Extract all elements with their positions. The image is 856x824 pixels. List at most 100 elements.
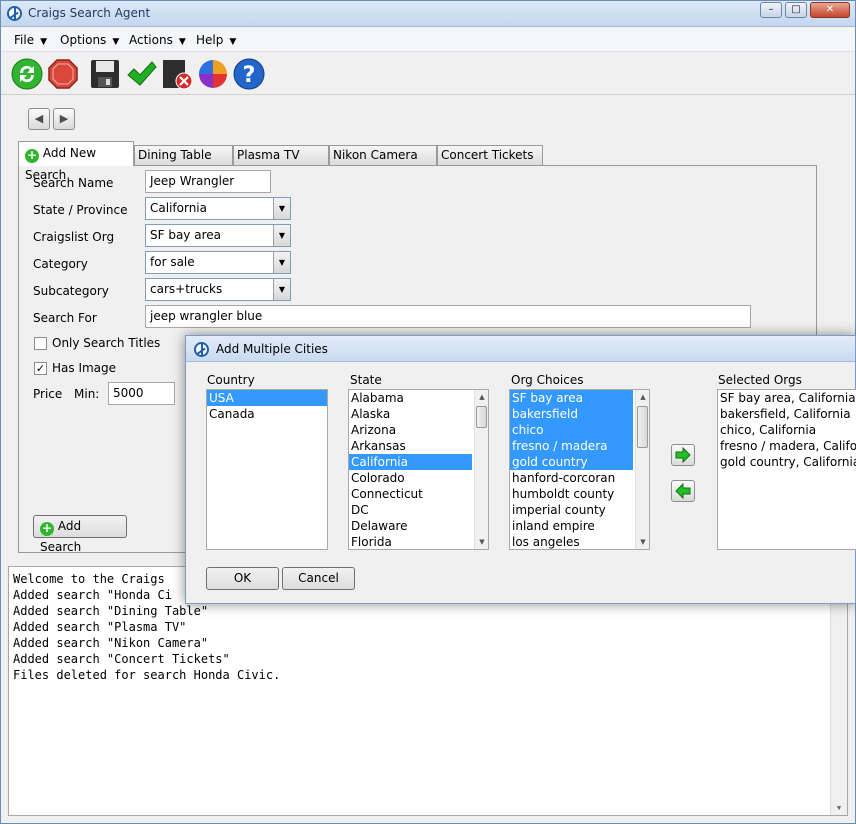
- list-item[interactable]: Alaska: [349, 406, 472, 422]
- list-item[interactable]: USA: [207, 390, 327, 406]
- price-label: Price: [33, 387, 63, 401]
- list-item[interactable]: fresno / madera: [510, 438, 633, 454]
- search-for-label: Search For: [33, 311, 97, 325]
- state-select-value: California: [150, 201, 207, 215]
- list-item[interactable]: hanford-corcoran: [510, 470, 633, 486]
- menu-options-label: Options: [60, 33, 107, 47]
- only-titles-checkbox[interactable]: [34, 337, 47, 350]
- state-list[interactable]: Alabama Alaska Arizona Arkansas Californ…: [348, 389, 489, 550]
- stop-icon[interactable]: [47, 58, 79, 90]
- scroll-thumb[interactable]: [476, 406, 487, 428]
- list-item[interactable]: Arkansas: [349, 438, 472, 454]
- list-item[interactable]: inland empire: [510, 518, 633, 534]
- search-name-input[interactable]: Jeep Wrangler: [145, 170, 271, 193]
- tab-add-new-search[interactable]: + Add New Search: [18, 141, 134, 182]
- list-item[interactable]: DC: [349, 502, 472, 518]
- forward-button[interactable]: ▶: [53, 108, 75, 130]
- list-item[interactable]: fresno / madera, California: [718, 438, 856, 454]
- list-item[interactable]: Canada: [207, 406, 327, 422]
- list-item[interactable]: Delaware: [349, 518, 472, 534]
- list-item[interactable]: chico: [510, 422, 633, 438]
- menu-actions[interactable]: Actions ▼: [129, 33, 186, 47]
- list-item[interactable]: Colorado: [349, 470, 472, 486]
- list-item[interactable]: Florida: [349, 534, 472, 549]
- maximize-button[interactable]: □: [785, 2, 807, 18]
- list-item[interactable]: humboldt county: [510, 486, 633, 502]
- list-item[interactable]: Alabama: [349, 390, 472, 406]
- scroll-down-icon[interactable]: ▼: [475, 535, 488, 549]
- min-price-input[interactable]: 5000: [108, 382, 175, 405]
- list-item[interactable]: imperial county: [510, 502, 633, 518]
- log-line: Added search "Dining Table": [13, 604, 209, 618]
- menu-help[interactable]: Help ▼: [196, 33, 236, 47]
- country-header: Country: [207, 373, 255, 387]
- org-select-value: SF bay area: [150, 228, 221, 242]
- close-button[interactable]: ✕: [810, 2, 850, 18]
- category-select[interactable]: for sale ▼: [145, 251, 291, 274]
- tab-plasma-tv[interactable]: Plasma TV: [233, 145, 329, 165]
- subcategory-label: Subcategory: [33, 284, 109, 298]
- tab-nikon-camera-label: Nikon Camera: [333, 148, 418, 162]
- scroll-up-icon[interactable]: ▲: [475, 390, 488, 404]
- country-list[interactable]: USA Canada: [206, 389, 328, 550]
- state-list-scrollbar[interactable]: ▲ ▼: [474, 390, 488, 549]
- save-icon[interactable]: [89, 58, 121, 90]
- delete-file-icon[interactable]: [161, 58, 193, 90]
- list-item[interactable]: Connecticut: [349, 486, 472, 502]
- svg-text:?: ?: [243, 63, 256, 88]
- list-item[interactable]: gold country, California: [718, 454, 856, 470]
- search-for-input[interactable]: jeep wrangler blue: [145, 305, 751, 328]
- tab-concert-tickets[interactable]: Concert Tickets: [437, 145, 543, 165]
- toolbar: ?: [1, 53, 855, 95]
- ok-button[interactable]: OK: [206, 567, 279, 590]
- scroll-thumb[interactable]: [637, 406, 648, 448]
- add-search-button[interactable]: + Add Search: [33, 515, 127, 554]
- window-title: Craigs Search Agent: [28, 6, 151, 20]
- checkmark-icon[interactable]: [125, 58, 157, 90]
- scroll-down-icon[interactable]: ▼: [831, 801, 847, 815]
- remove-org-button[interactable]: [671, 480, 695, 502]
- menu-file[interactable]: File ▼: [14, 33, 47, 47]
- cancel-button[interactable]: Cancel: [282, 567, 355, 590]
- chevron-down-icon: ▼: [273, 198, 290, 219]
- has-image-checkbox[interactable]: ✓: [34, 362, 47, 375]
- back-button[interactable]: ◀: [28, 108, 50, 130]
- list-item[interactable]: gold country: [510, 454, 633, 470]
- list-item[interactable]: bakersfield, California: [718, 406, 856, 422]
- arrow-right-icon: [675, 446, 691, 464]
- refresh-icon[interactable]: [11, 58, 43, 90]
- log-scrollbar[interactable]: ▲ ▼: [830, 567, 847, 815]
- selected-orgs-list[interactable]: SF bay area, California bakersfield, Cal…: [717, 389, 856, 550]
- tab-nikon-camera[interactable]: Nikon Camera: [329, 145, 437, 165]
- log-line: Added search "Nikon Camera": [13, 636, 209, 650]
- org-choices-list[interactable]: SF bay area bakersfield chico fresno / m…: [509, 389, 650, 550]
- list-item[interactable]: chico, California: [718, 422, 856, 438]
- minimize-button[interactable]: –: [760, 2, 782, 18]
- scroll-up-icon[interactable]: ▲: [636, 390, 649, 404]
- menu-help-label: Help: [196, 33, 224, 47]
- log-line: Added search "Concert Tickets": [13, 652, 230, 666]
- tab-dining-table[interactable]: Dining Table: [134, 145, 233, 165]
- menu-file-label: File: [14, 33, 35, 47]
- list-item[interactable]: SF bay area, California: [718, 390, 856, 406]
- org-list-scrollbar[interactable]: ▲ ▼: [635, 390, 649, 549]
- state-header: State: [350, 373, 382, 387]
- chevron-down-icon: ▼: [273, 225, 290, 246]
- list-item[interactable]: bakersfield: [510, 406, 633, 422]
- chevron-down-icon: ▼: [273, 279, 290, 300]
- menu-options[interactable]: Options ▼: [60, 33, 119, 47]
- scroll-down-icon[interactable]: ▼: [636, 535, 649, 549]
- help-icon[interactable]: ?: [233, 58, 265, 90]
- only-titles-label: Only Search Titles: [52, 336, 161, 350]
- org-select[interactable]: SF bay area ▼: [145, 224, 291, 247]
- dialog-title-bar: Add Multiple Cities: [186, 336, 855, 362]
- list-item[interactable]: SF bay area: [510, 390, 633, 406]
- list-item[interactable]: los angeles: [510, 534, 633, 549]
- list-item[interactable]: California: [349, 454, 472, 470]
- subcategory-select[interactable]: cars+trucks ▼: [145, 278, 291, 301]
- add-org-button[interactable]: [671, 444, 695, 466]
- color-wheel-icon[interactable]: [197, 58, 229, 90]
- list-item[interactable]: Arizona: [349, 422, 472, 438]
- state-select[interactable]: California ▼: [145, 197, 291, 220]
- category-label: Category: [33, 257, 88, 271]
